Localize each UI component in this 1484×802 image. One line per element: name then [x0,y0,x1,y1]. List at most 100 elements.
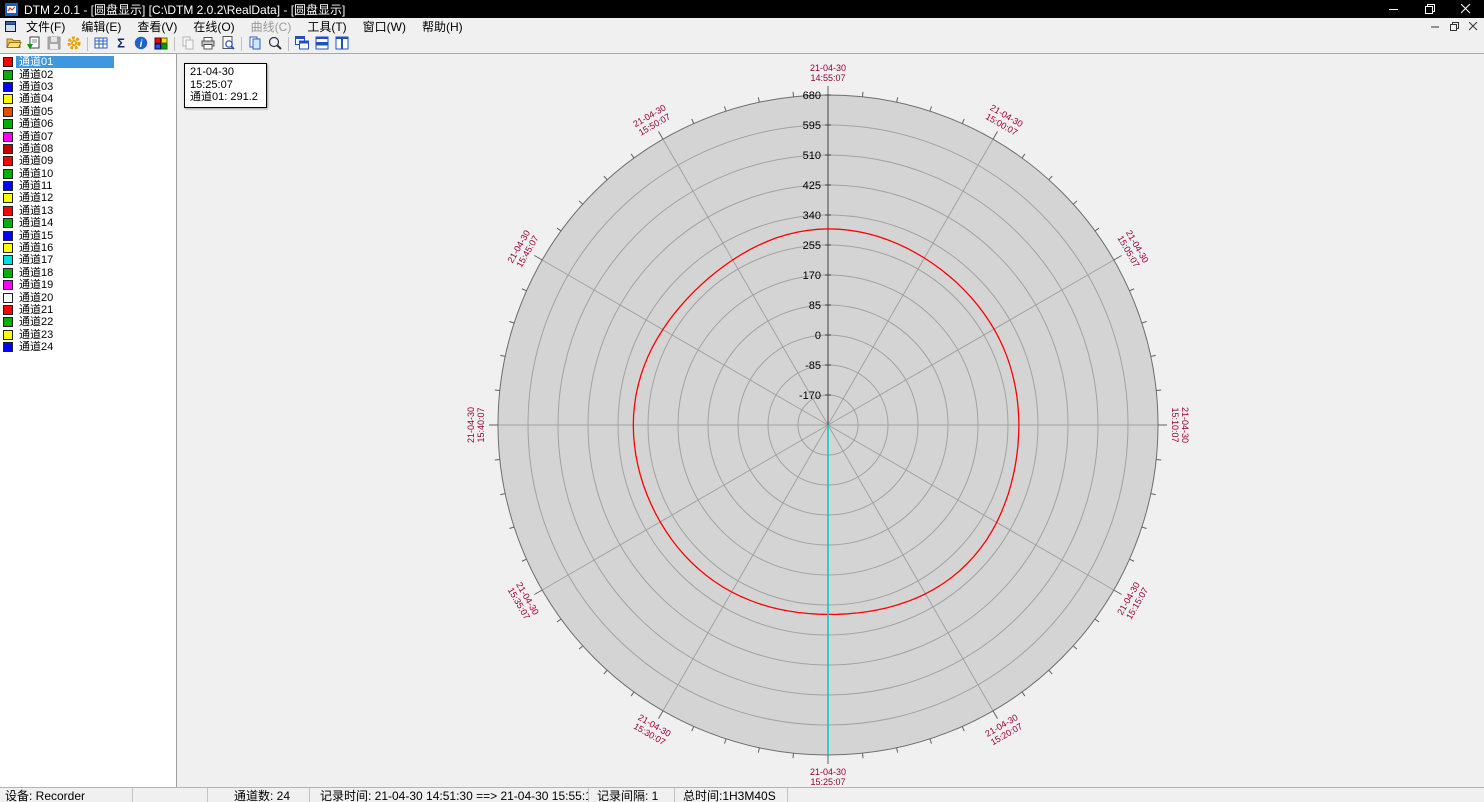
toolbar: Σi [0,35,1484,54]
restore-button[interactable] [1412,0,1448,18]
cascade-windows-button[interactable] [292,36,312,53]
tile-horizontal-icon [314,35,330,54]
info-icon: i [133,35,149,54]
channel-list-item-20[interactable]: 通道20 [0,291,176,303]
channel-list-item-12[interactable]: 通道12 [0,192,176,204]
child-close-button[interactable] [1465,19,1482,34]
menu-item-5[interactable]: 工具(T) [299,17,354,36]
channel-list-item-5[interactable]: 通道05 [0,106,176,118]
channel-label: 通道10 [16,168,114,180]
info-button[interactable]: i [131,36,151,53]
print-preview-button[interactable] [218,36,238,53]
menu-item-7[interactable]: 帮助(H) [414,17,471,36]
channel-list-item-21[interactable]: 通道21 [0,304,176,316]
tile-horizontal-button[interactable] [312,36,332,53]
channel-label: 通道24 [16,341,114,353]
tooltip-date: 21-04-30 [190,66,258,79]
channel-list-item-1[interactable]: 通道01 [0,56,176,68]
menu-item-6[interactable]: 窗口(W) [355,17,414,36]
minimize-icon [1389,4,1399,14]
polar-chart-svg[interactable]: 680595510425340255170850-85-17021-04-301… [177,54,1483,787]
channel-list-item-11[interactable]: 通道11 [0,180,176,192]
channel-label: 通道03 [16,81,114,93]
channel-list-item-18[interactable]: 通道18 [0,267,176,279]
chart-area[interactable]: 680595510425340255170850-85-17021-04-301… [177,54,1484,787]
channel-color-swatch [3,169,13,179]
close-button[interactable] [1448,0,1484,18]
menu-item-1[interactable]: 编辑(E) [73,17,129,36]
channel-list-item-6[interactable]: 通道06 [0,118,176,130]
child-minimize-icon [1431,22,1440,31]
channel-list-item-7[interactable]: 通道07 [0,130,176,142]
zoom-button[interactable] [265,36,285,53]
tile-vertical-button[interactable] [332,36,352,53]
status-bar: 设备: Recorder通道数: 24记录时间: 21-04-30 14:51:… [0,787,1484,802]
statistics-button[interactable]: Σ [111,36,131,53]
channel-colors-button[interactable] [151,36,171,53]
channel-list-item-19[interactable]: 通道19 [0,279,176,291]
copy-page-button[interactable] [245,36,265,53]
menu-item-0[interactable]: 文件(F) [18,17,73,36]
svg-text:340: 340 [803,210,821,222]
svg-text:-85: -85 [805,360,821,372]
channel-label: 通道02 [16,69,114,81]
settings-button[interactable] [64,36,84,53]
channel-list-item-22[interactable]: 通道22 [0,316,176,328]
channel-color-swatch [3,132,13,142]
export-image-icon [26,35,42,54]
channel-list-item-15[interactable]: 通道15 [0,229,176,241]
statistics-icon: Σ [113,35,129,54]
tile-vertical-icon [334,35,350,54]
menu-item-4[interactable]: 曲线(C) [243,17,300,36]
channel-label: 通道04 [16,93,114,105]
print-icon [200,35,216,54]
channel-color-swatch [3,156,13,166]
data-table-button[interactable] [91,36,111,53]
app-icon [5,3,18,16]
channel-list-item-10[interactable]: 通道10 [0,168,176,180]
print-button[interactable] [198,36,218,53]
svg-text:21-04-30: 21-04-30 [810,767,846,777]
channel-label: 通道21 [16,304,114,316]
copy-button[interactable] [178,36,198,53]
save-button[interactable] [44,36,64,53]
restore-icon [1425,4,1435,14]
menu-item-3[interactable]: 在线(O) [185,17,242,36]
channel-list-item-4[interactable]: 通道04 [0,93,176,105]
channel-list-item-17[interactable]: 通道17 [0,254,176,266]
svg-text:595: 595 [803,120,821,132]
child-restore-button[interactable] [1446,19,1463,34]
svg-text:255: 255 [803,240,821,252]
svg-text:0: 0 [815,330,821,342]
channel-list-item-16[interactable]: 通道16 [0,242,176,254]
channel-list-item-9[interactable]: 通道09 [0,155,176,167]
channel-list-item-24[interactable]: 通道24 [0,341,176,353]
channel-list-item-13[interactable]: 通道13 [0,205,176,217]
channel-label: 通道09 [16,155,114,167]
channel-color-swatch [3,317,13,327]
open-file-icon [6,35,22,54]
content-area: 通道01通道02通道03通道04通道05通道06通道07通道08通道09通道10… [0,54,1484,787]
copy-icon [180,35,196,54]
channel-list-item-8[interactable]: 通道08 [0,143,176,155]
menu-item-2[interactable]: 查看(V) [129,17,185,36]
mdi-child-icon[interactable] [2,19,18,34]
svg-text:680: 680 [803,90,821,102]
channel-color-swatch [3,218,13,228]
svg-text:21-04-30: 21-04-30 [810,63,846,73]
zoom-icon [267,35,283,54]
channel-list-item-3[interactable]: 通道03 [0,81,176,93]
channel-list-item-23[interactable]: 通道23 [0,329,176,341]
child-minimize-button[interactable] [1427,19,1444,34]
data-table-icon [93,35,109,54]
open-file-button[interactable] [4,36,24,53]
export-image-button[interactable] [24,36,44,53]
minimize-button[interactable] [1376,0,1412,18]
channel-label: 通道13 [16,205,114,217]
svg-text:170: 170 [803,270,821,282]
svg-text:14:55:07: 14:55:07 [810,73,845,83]
channel-list-item-2[interactable]: 通道02 [0,68,176,80]
channel-label: 通道01 [16,56,114,68]
channel-list-item-14[interactable]: 通道14 [0,217,176,229]
channel-color-swatch [3,181,13,191]
